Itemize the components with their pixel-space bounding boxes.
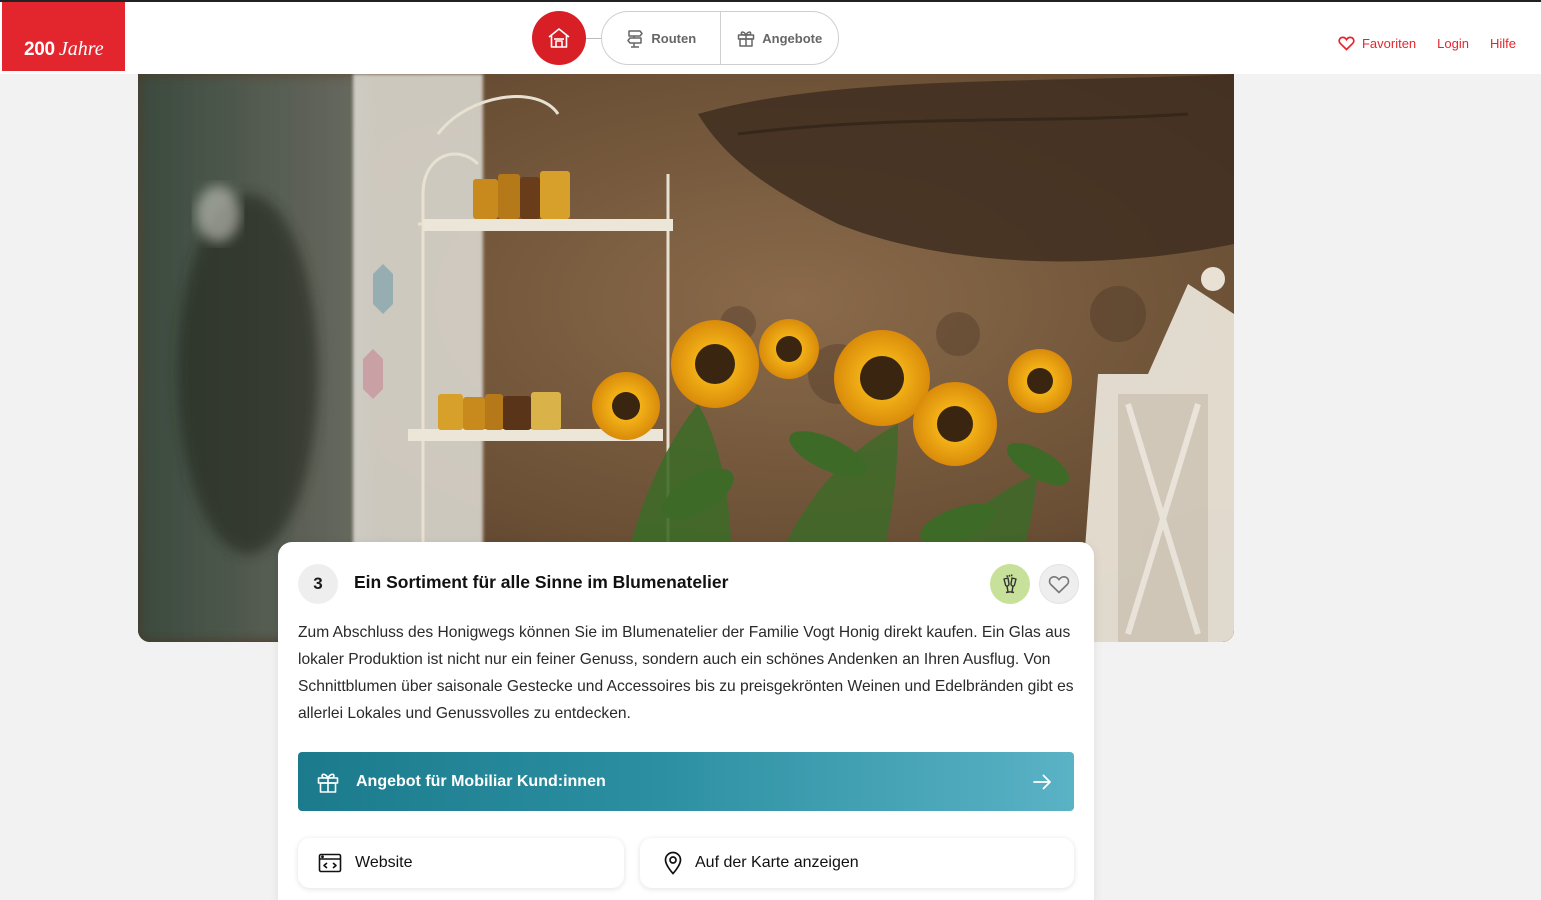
heart-icon	[1338, 36, 1355, 51]
nav-connector	[586, 38, 602, 39]
website-button-label: Website	[355, 854, 413, 871]
website-button[interactable]: Website	[298, 838, 624, 888]
logo-number: 200	[24, 39, 55, 60]
offer-button-label: Angebot für Mobiliar Kund:innen	[356, 772, 606, 790]
poi-title: Ein Sortiment für alle Sinne im Blumenat…	[354, 572, 729, 592]
site-header: 200 Jahre Routen Angebote Favoriten Logi…	[0, 2, 1541, 74]
arrow-right-icon	[1033, 774, 1051, 789]
stop-number-badge: 3	[298, 564, 338, 604]
main-nav: Routen Angebote	[601, 11, 839, 65]
map-pin-icon	[664, 851, 682, 875]
utility-nav: Favoriten Login Hilfe	[1338, 36, 1516, 51]
show-on-map-button[interactable]: Auf der Karte anzeigen	[640, 838, 1074, 888]
cheers-glasses-icon	[1003, 574, 1017, 594]
tab-angebote-label: Angebote	[762, 30, 823, 46]
tab-routen[interactable]: Routen	[602, 12, 720, 64]
poi-description: Zum Abschluss des Honigwegs können Sie i…	[298, 624, 1074, 722]
signpost-icon	[627, 30, 644, 48]
logo-200-jahre[interactable]: 200 Jahre	[2, 2, 125, 71]
login-link[interactable]: Login	[1437, 36, 1469, 51]
gift-icon	[738, 31, 755, 47]
home-button[interactable]	[532, 11, 586, 65]
tab-angebote[interactable]: Angebote	[721, 12, 839, 64]
tab-routen-label: Routen	[651, 30, 697, 46]
favorite-toggle-button[interactable]	[1039, 564, 1079, 604]
help-link[interactable]: Hilfe	[1490, 36, 1516, 51]
heart-outline-icon	[1048, 575, 1070, 594]
browser-window-icon	[318, 853, 342, 873]
category-tag-button[interactable]	[990, 564, 1030, 604]
gift-icon	[317, 772, 339, 793]
poi-card: 3 Ein Sortiment für alle Sinne im Blumen…	[278, 542, 1094, 900]
house-icon	[548, 28, 570, 48]
logo-word: Jahre	[58, 38, 104, 60]
offer-button[interactable]: Angebot für Mobiliar Kund:innen	[298, 752, 1074, 811]
show-on-map-label: Auf der Karte anzeigen	[695, 854, 859, 871]
favorites-link[interactable]: Favoriten	[1338, 36, 1416, 51]
favorites-label: Favoriten	[1361, 36, 1417, 51]
